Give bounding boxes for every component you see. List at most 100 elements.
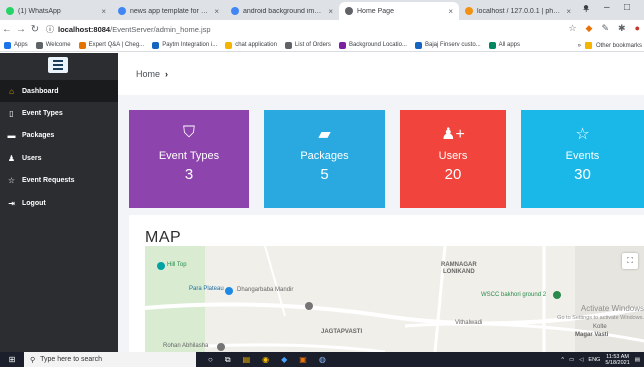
bookmark-label: Bajaj Finserv custo... — [424, 42, 481, 48]
sidebar-item-users[interactable]: ♟ Users — [0, 147, 118, 169]
stat-card-events[interactable]: ☆ Events 30 — [521, 110, 644, 208]
notification-icon[interactable]: ▤ — [635, 357, 640, 363]
profile-avatar-icon[interactable]: ● — [635, 23, 640, 34]
browser-tab[interactable]: Home Page × — [339, 2, 459, 20]
stat-card-event-types[interactable]: ⛉ Event Types 3 — [129, 110, 249, 208]
maximize-button[interactable]: □ — [624, 2, 630, 13]
bookmark-star-icon[interactable]: ☆ — [568, 23, 576, 34]
map-label-magar-vasti: Magar Vasti — [575, 332, 609, 338]
map-label-dhangarbaba: Dhangarbaba Mandir — [237, 287, 294, 293]
close-tab-icon[interactable]: × — [101, 7, 106, 16]
bookmark-item[interactable]: Welcome — [35, 41, 71, 49]
tab-label: (1) WhatsApp — [18, 7, 61, 15]
close-tab-icon[interactable]: × — [328, 7, 333, 16]
bookmarks-overflow: » Other bookmarks — [578, 42, 642, 49]
bookmark-item[interactable]: Bajaj Finserv custo... — [414, 41, 481, 49]
close-tab-icon[interactable]: × — [448, 7, 453, 16]
bookmarks-more-button[interactable]: » — [578, 43, 581, 49]
fullscreen-icon[interactable]: ⛶ — [622, 253, 638, 269]
hamburger-menu-icon[interactable] — [48, 57, 68, 73]
map-label-para-plateau: Para Plateau — [189, 286, 224, 292]
bookmark-item[interactable]: List of Orders — [284, 41, 331, 49]
bookmark-item[interactable]: All apps — [488, 41, 520, 49]
file-explorer-icon[interactable]: ▤ — [243, 355, 251, 365]
bookmark-item[interactable]: Expert Q&A | Cheg... — [78, 41, 144, 49]
sidebar-item-dashboard[interactable]: ⌂ Dashboard — [0, 80, 118, 102]
browser-tab[interactable]: android background image × — [225, 2, 339, 20]
map-title: MAP — [145, 229, 182, 246]
url-path: /EventServer/admin_home.jsp — [110, 25, 211, 34]
sidebar-item-packages[interactable]: ▬ Packages — [0, 124, 118, 146]
bookmark-icon: ⛉ — [182, 124, 195, 141]
bookmark-item[interactable]: chat application — [225, 41, 277, 49]
task-view-icon[interactable]: ⧉ — [225, 355, 231, 365]
other-bookmarks[interactable]: Other bookmarks — [596, 43, 642, 49]
close-tab-icon[interactable]: × — [214, 7, 219, 16]
sidebar-item-label: Users — [22, 154, 42, 162]
windows-start-icon[interactable]: ⊞ — [0, 355, 24, 364]
sidebar-item-event-requests[interactable]: ☆ Event Requests — [0, 169, 118, 191]
browser-tab[interactable]: (1) WhatsApp × — [0, 2, 112, 20]
map-pin-icon[interactable] — [553, 291, 561, 299]
chrome-icon[interactable]: ◉ — [262, 355, 269, 365]
search-placeholder: Type here to search — [40, 356, 103, 363]
sidebar-item-label: Packages — [22, 131, 55, 139]
tab-favicon-icon — [231, 7, 239, 15]
puzzle-icon[interactable]: ✱ — [618, 23, 626, 34]
system-tray: ^ ▭ ◁ ENG 11:53 AM 5/18/2021 ▤ — [561, 352, 640, 367]
battery-icon[interactable]: ▭ — [569, 357, 574, 363]
minimize-button[interactable]: – — [604, 2, 610, 13]
sidebar-item-label: Event Requests — [22, 176, 75, 184]
close-tab-icon[interactable]: × — [566, 7, 571, 16]
extension-icon[interactable]: ✎ — [601, 23, 609, 34]
bookmark-list: Apps Welcome Expert Q&A | Cheg... Paytm Int… — [4, 41, 520, 49]
bookmark-item[interactable]: Background Locatio... — [338, 41, 407, 49]
star-icon: ☆ — [575, 126, 590, 143]
stat-card-packages[interactable]: ▰ Packages 5 — [264, 110, 385, 208]
map-pin-icon[interactable] — [217, 343, 225, 351]
briefcase-icon: ▰ — [318, 126, 331, 143]
clock[interactable]: 11:53 AM 5/18/2021 — [605, 354, 629, 366]
bookmark-label: Apps — [14, 42, 28, 48]
activate-windows-watermark: Activate Windows — [580, 304, 644, 313]
breadcrumb-home-link[interactable]: Home — [136, 69, 160, 79]
app-icon[interactable]: ◆ — [281, 355, 287, 365]
bookmark-favicon-icon — [225, 41, 233, 49]
url-host: localhost:8084 — [58, 25, 111, 34]
browser-toolbar: ← → ↻ ⓘ localhost:8084/EventServer/admin… — [0, 20, 644, 39]
bookmark-item[interactable]: Paytm Integration i... — [152, 41, 217, 49]
stat-card-users[interactable]: ♟+ Users 20 — [400, 110, 506, 208]
sidebar-item-logout[interactable]: ⇥ Logout — [0, 192, 118, 214]
back-icon[interactable]: ← — [0, 24, 14, 35]
profile-icon[interactable]: ● — [583, 2, 589, 13]
info-icon[interactable]: ⓘ — [46, 24, 54, 35]
breadcrumb: Home › — [118, 53, 644, 95]
browser-tab[interactable]: localhost / 127.0.0.1 | phpMy × — [459, 2, 577, 20]
tray-chevron-icon[interactable]: ^ — [561, 357, 564, 363]
reload-icon[interactable]: ↻ — [28, 24, 42, 35]
app-icon[interactable]: ▣ — [299, 355, 307, 365]
map-label-vithalwadi: Vithalwadi — [455, 320, 483, 326]
logout-icon: ⇥ — [8, 198, 15, 208]
map-label-jagtapvasti: JAGTAPVASTI — [321, 329, 363, 335]
taskbar-search[interactable]: ⚲ Type here to search — [24, 352, 196, 367]
map-pin-icon[interactable] — [157, 262, 165, 270]
add-user-icon: ♟+ — [441, 126, 465, 143]
bookmark-item[interactable]: Apps — [4, 41, 28, 49]
browser-tab[interactable]: news app template for andro × — [112, 2, 225, 20]
volume-icon[interactable]: ◁ — [579, 357, 583, 363]
map-pin-icon[interactable] — [225, 287, 233, 295]
map-view[interactable]: Hill Top Para Plateau Dhangarbaba Mandir… — [145, 246, 644, 352]
cortana-icon[interactable]: ○ — [208, 355, 213, 365]
language-indicator[interactable]: ENG — [588, 357, 600, 363]
map-label-wscc: WSCC bakhori ground 2 — [481, 292, 547, 298]
map-pin-icon[interactable] — [305, 302, 313, 310]
address-bar[interactable]: ⓘ localhost:8084/EventServer/admin_home.… — [46, 24, 211, 35]
bookmark-favicon-icon — [338, 41, 346, 49]
bookmark-label: List of Orders — [294, 42, 331, 48]
forward-icon[interactable]: → — [14, 24, 28, 35]
app-icon[interactable]: ◍ — [319, 355, 326, 365]
sidebar-item-event-types[interactable]: ▯ Event Types — [0, 102, 118, 124]
bookmark-favicon-icon — [488, 41, 496, 49]
extension-icon[interactable]: ◆ — [586, 23, 593, 34]
